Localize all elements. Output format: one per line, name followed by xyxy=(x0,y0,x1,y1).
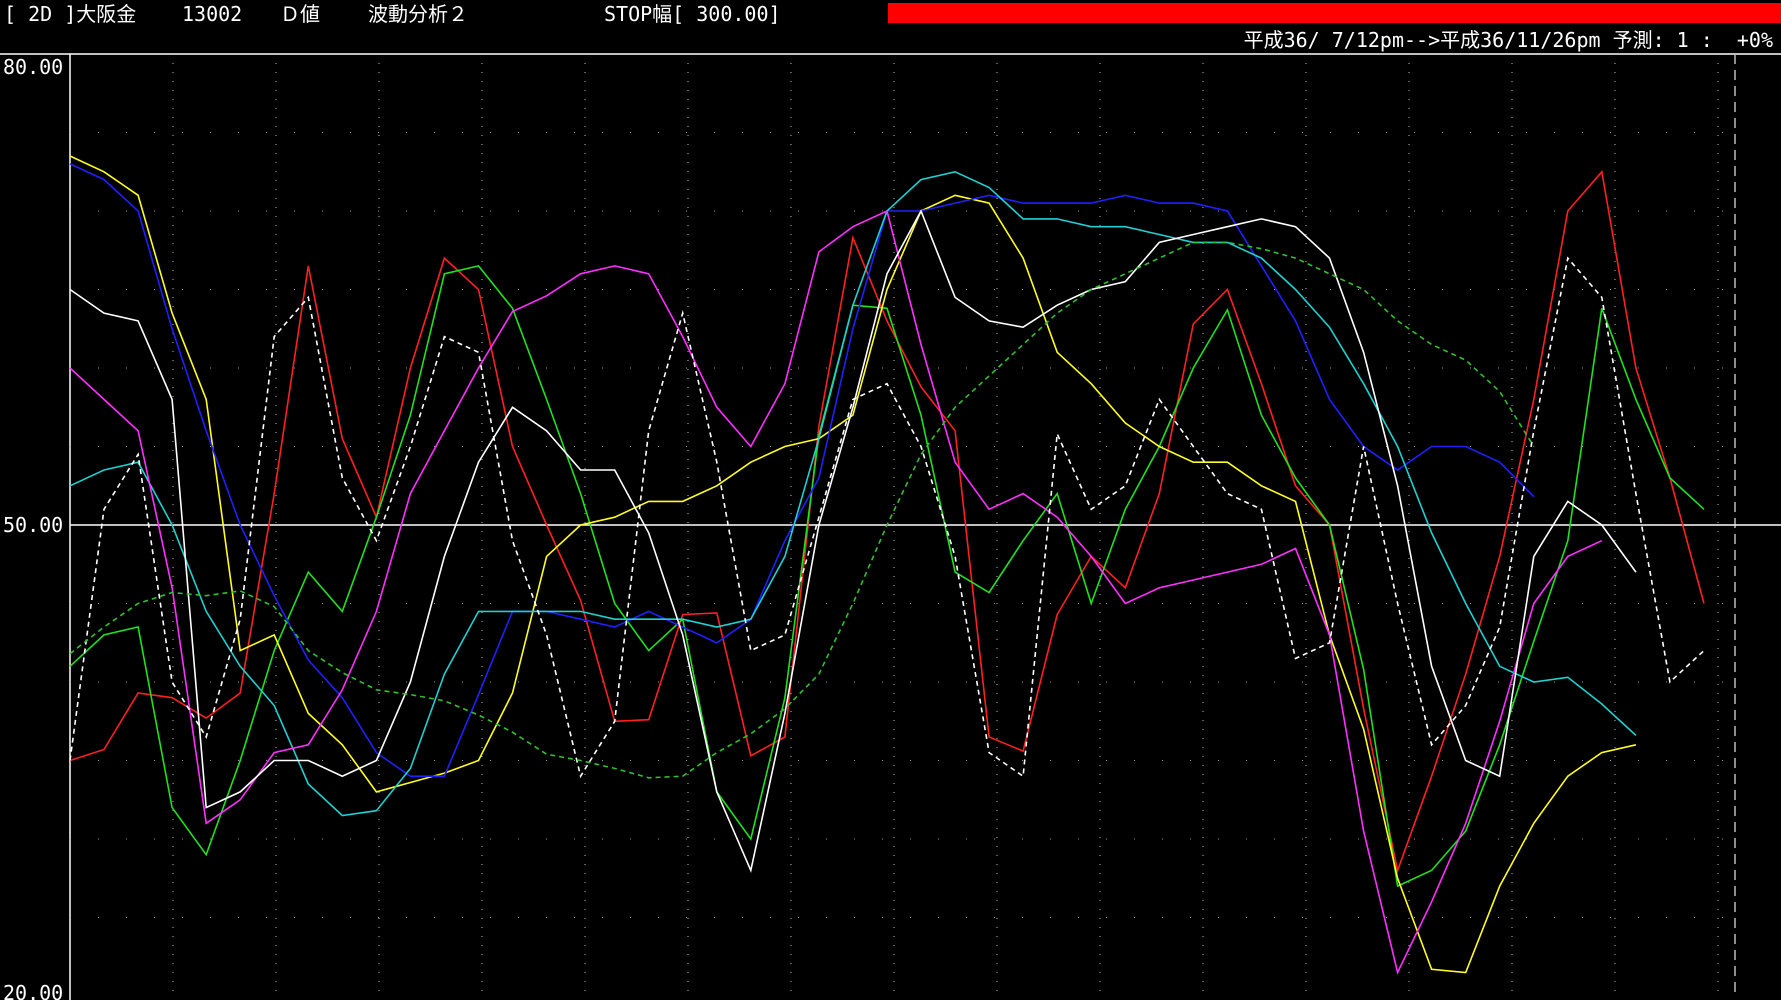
series-line-2 xyxy=(69,265,1705,888)
y-tick-label: 20.00 xyxy=(3,981,63,1000)
series-line-7 xyxy=(69,209,1637,873)
series-line-3 xyxy=(69,155,1637,974)
y-tick-label: 80.00 xyxy=(3,55,63,79)
series-line-4 xyxy=(69,163,1535,778)
wave-chart: 80.00 50.00 20.00 xyxy=(0,53,1781,1000)
chart-series xyxy=(69,155,1705,975)
series-line-8 xyxy=(69,256,1705,779)
chart-axis: 80.00 50.00 20.00 xyxy=(3,55,63,1000)
chart-grid xyxy=(0,53,1781,1000)
series-line-5 xyxy=(69,170,1637,817)
y-tick-label: 50.00 xyxy=(3,513,63,537)
